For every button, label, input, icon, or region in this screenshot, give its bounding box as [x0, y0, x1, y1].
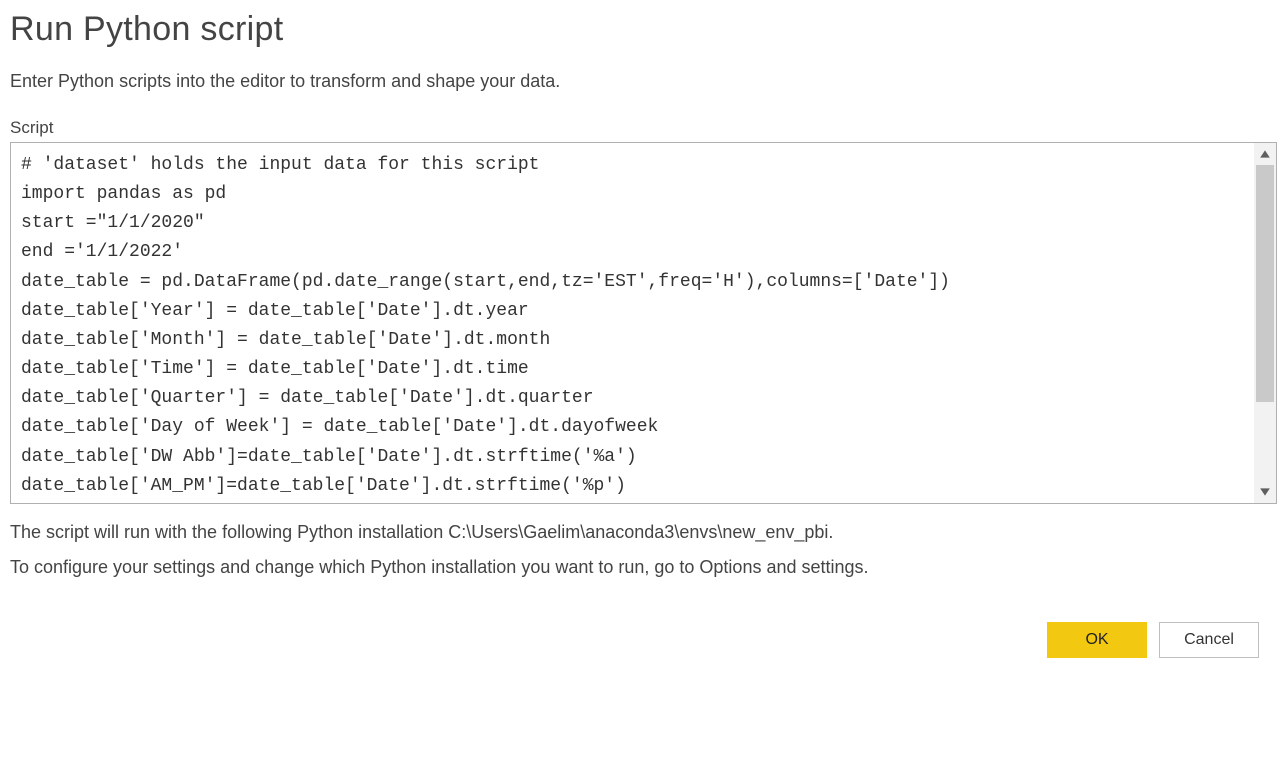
scroll-down-arrow-icon[interactable] [1254, 481, 1276, 503]
python-script-dialog: Run Python script Enter Python scripts i… [10, 10, 1277, 658]
python-config-note: To configure your settings and change wh… [10, 553, 1277, 582]
script-label: Script [10, 118, 1277, 138]
script-editor-container [10, 142, 1277, 504]
script-editor[interactable] [11, 143, 1254, 503]
scroll-thumb[interactable] [1256, 165, 1274, 402]
cancel-button[interactable]: Cancel [1159, 622, 1259, 658]
scroll-up-arrow-icon[interactable] [1254, 143, 1276, 165]
python-install-note: The script will run with the following P… [10, 518, 1277, 547]
ok-button[interactable]: OK [1047, 622, 1147, 658]
dialog-instruction: Enter Python scripts into the editor to … [10, 71, 1277, 92]
scrollbar-vertical[interactable] [1254, 143, 1276, 503]
scroll-track[interactable] [1254, 165, 1276, 481]
dialog-title: Run Python script [10, 10, 1277, 49]
dialog-button-row: OK Cancel [10, 622, 1277, 658]
